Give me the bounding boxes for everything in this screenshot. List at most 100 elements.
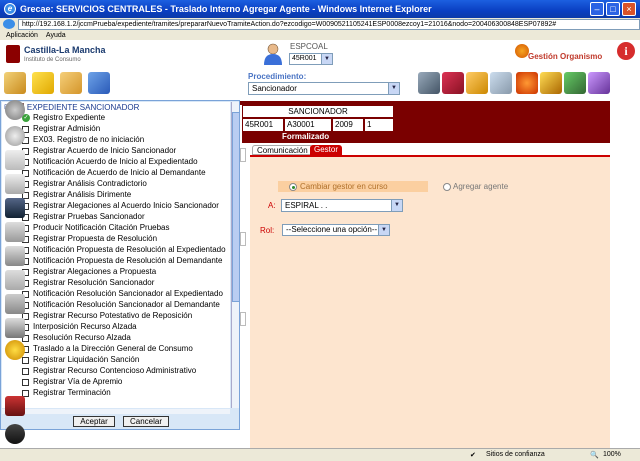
org-label[interactable]: Gestión Organismo [528, 52, 602, 61]
tree-item[interactable]: Interposición Recurso Alzada [22, 322, 137, 332]
tools-icon[interactable] [540, 72, 562, 94]
tree-item[interactable]: Notificación Acuerdo de Inicio al Expedi… [22, 157, 198, 167]
archive-icon[interactable] [490, 72, 512, 94]
documents-icon[interactable] [466, 72, 488, 94]
folder-icon[interactable] [60, 72, 82, 94]
back-icon[interactable] [5, 126, 25, 146]
checkbox[interactable] [22, 367, 29, 375]
tree-item[interactable]: Notificación Propuesta de Resolución al … [22, 245, 226, 255]
radio-cambiar-gestor[interactable] [289, 183, 297, 191]
minimize-button[interactable]: – [590, 2, 604, 16]
attach-icon[interactable] [5, 246, 25, 266]
tree-item-label: Registrar Análisis Dirimente [33, 190, 132, 199]
tree-item-label: Registrar Acuerdo de Inicio Sancionador [33, 146, 177, 155]
tree-item-label: Notificación de Acuerdo de Inicio al Dem… [33, 168, 206, 177]
tab-comunicacion[interactable]: Comunicación [252, 145, 313, 155]
laptop-icon[interactable] [418, 72, 440, 94]
edit-icon[interactable] [5, 222, 25, 242]
hidden-input[interactable] [240, 232, 246, 246]
diploma-icon[interactable] [4, 72, 26, 94]
settings-icon[interactable] [5, 340, 25, 360]
menu-ayuda[interactable]: Ayuda [46, 32, 66, 39]
tree-item[interactable]: Producir Notificación Citación Pruebas [22, 223, 170, 233]
tree-item[interactable]: Registrar Propuesta de Resolución [22, 234, 157, 244]
tree-item[interactable]: Registrar Análisis Dirimente [22, 190, 131, 200]
tree-item[interactable]: Notificación Resolución Sancionador al D… [22, 300, 220, 310]
tree-item-label: Registrar Admisión [33, 124, 101, 133]
save-icon[interactable] [5, 198, 25, 218]
chevron-down-icon: ▼ [378, 225, 389, 235]
tree-item[interactable]: Registrar Terminación [22, 388, 111, 398]
globe-icon[interactable] [516, 72, 538, 94]
tree-item-label: Registrar Alegaciones a Propuesta [33, 267, 157, 276]
procedure-label: Procedimiento: [248, 72, 307, 81]
scroll-thumb[interactable] [232, 112, 240, 302]
menu-aplicacion[interactable]: Aplicación [6, 32, 38, 39]
zoom-level[interactable]: 100% [603, 451, 621, 458]
stack-icon[interactable] [5, 294, 25, 314]
tree-root-label: EXPEDIENTE SANCIONADOR [26, 102, 140, 112]
role-select-value: --Seleccione una opción-- [286, 225, 378, 234]
close-button[interactable]: × [622, 2, 636, 16]
document-icon[interactable] [5, 150, 25, 170]
tree-item[interactable]: Registrar Alegaciones a Propuesta [22, 267, 156, 277]
tree-item[interactable]: ✓ Registro Expediente [22, 113, 105, 123]
tree-item-label: Registrar Pruebas Sancionador [33, 212, 145, 221]
print-icon[interactable] [5, 318, 25, 338]
info-icon[interactable]: i [617, 42, 635, 60]
procedure-select[interactable]: Sancionador ▼ [248, 82, 400, 95]
tree-item[interactable]: Registrar Resolución Sancionador [22, 278, 154, 288]
case-cell: 45R001 [243, 119, 283, 131]
search-icon[interactable] [5, 100, 25, 120]
gears-icon[interactable] [588, 72, 610, 94]
cancel-button[interactable]: Cancelar [123, 416, 169, 427]
tools-icon[interactable] [5, 396, 25, 416]
tree-item[interactable]: Registrar Liquidación Sanción [22, 355, 139, 365]
documents-icon[interactable] [5, 174, 25, 194]
books-icon[interactable] [442, 72, 464, 94]
tree-item[interactable]: Registrar Análisis Contradictorio [22, 179, 147, 189]
radio-agregar-agente[interactable] [443, 183, 451, 191]
tree-item[interactable]: Registrar Pruebas Sancionador [22, 212, 145, 222]
tree-item-label: Registrar Vía de Apremio [33, 377, 123, 386]
tab-gestor[interactable]: Gestor [310, 145, 343, 155]
hidden-input[interactable] [240, 312, 246, 326]
role-select[interactable]: --Seleccione una opción-- ▼ [282, 224, 390, 236]
notes-icon[interactable] [32, 72, 54, 94]
logo-subtitle: Instituto de Consumo [24, 57, 81, 63]
case-header-fill [394, 105, 610, 143]
tree-item[interactable]: Registrar Acuerdo de Inicio Sancionador [22, 146, 176, 156]
tree-item-label: Notificación Propuesta de Resolución al … [33, 256, 223, 265]
computer-icon[interactable] [88, 72, 110, 94]
zoom-icon: 🔍 [590, 452, 599, 459]
chevron-down-icon: ▼ [321, 54, 332, 64]
tree-item[interactable]: Registrar Recurso Potestativo de Reposic… [22, 311, 192, 321]
accept-button[interactable]: Aceptar [73, 416, 115, 427]
checkbox[interactable] [22, 356, 29, 364]
tree-item[interactable]: Notificación Propuesta de Resolución al … [22, 256, 222, 266]
tree-item[interactable]: EX03. Registro de no iniciación [22, 135, 144, 145]
tree-item[interactable]: Registrar Vía de Apremio [22, 377, 122, 387]
radio-agregar-label: Agregar agente [453, 182, 509, 191]
tree-item-label: Registrar Liquidación Sanción [33, 355, 140, 364]
url-field[interactable]: http://192.168.1.2/jccmPrueba/expediente… [18, 18, 640, 30]
maximize-button[interactable]: □ [606, 2, 620, 16]
logo-mark-icon [6, 45, 20, 63]
tree-item[interactable]: Traslado a la Dirección General de Consu… [22, 344, 193, 354]
archive-icon[interactable] [5, 270, 25, 290]
tree-item[interactable]: Notificación de Acuerdo de Inicio al Dem… [22, 168, 206, 178]
tree-item[interactable]: Resolución Recurso Alzada [22, 333, 131, 343]
tree-scrollbar[interactable] [231, 102, 240, 408]
tree-hscrollbar[interactable] [2, 409, 230, 414]
tree-item[interactable]: Notificación Resolución Sancionador al E… [22, 289, 223, 299]
tree-item[interactable]: Registrar Alegaciones al Acuerdo Inicio … [22, 201, 219, 211]
network-icon[interactable] [564, 72, 586, 94]
tree-item[interactable]: Registrar Recurso Contencioso Administra… [22, 366, 196, 376]
process-tree: ⊟ EXPEDIENTE SANCIONADOR ✓Registro Exped… [2, 102, 230, 408]
exit-icon[interactable] [5, 424, 25, 444]
tree-item-label: Registrar Recurso Potestativo de Reposic… [33, 311, 193, 320]
checkbox[interactable] [22, 378, 29, 386]
tree-item[interactable]: Registrar Admisión [22, 124, 100, 134]
agent-select[interactable]: ESPIRAL . . ▼ [281, 199, 403, 212]
user-select[interactable]: 45R001 ▼ [289, 53, 333, 65]
